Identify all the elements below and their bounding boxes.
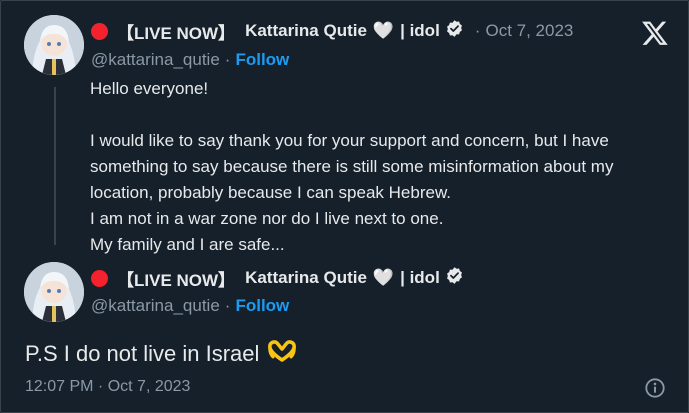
red-circle-icon [91, 269, 108, 287]
avatar[interactable] [24, 262, 84, 322]
reply-handle-row: @kattarina_qutie · Follow [91, 295, 289, 317]
author-handle[interactable]: @kattarina_qutie [91, 296, 220, 316]
date-separator: · [474, 21, 481, 40]
handle-separator: · [224, 296, 231, 315]
white-heart-icon: 🤍 [372, 21, 395, 40]
reply-text: P.S I do not live in Israel [25, 341, 260, 366]
tweet-embed-card: 【LIVE NOW】 Kattarina Qutie 🤍 | idol · Oc… [0, 0, 689, 413]
white-heart-icon: 🤍 [372, 268, 395, 287]
thread-connector-line [54, 87, 56, 245]
tweet-body-text: Hello everyone! I would like to say than… [90, 79, 614, 254]
author-live-prefix[interactable]: 【LIVE NOW】 [117, 19, 235, 44]
reply-author-row: 【LIVE NOW】 Kattarina Qutie 🤍 | idol [91, 265, 470, 291]
handle-separator: · [224, 50, 231, 69]
author-live-prefix[interactable]: 【LIVE NOW】 [117, 266, 235, 291]
info-icon[interactable] [644, 377, 666, 399]
author-display-name[interactable]: Kattarina Qutie [245, 268, 367, 288]
author-handle[interactable]: @kattarina_qutie [91, 50, 220, 70]
reply-timestamp[interactable]: 12:07 PM · Oct 7, 2023 [25, 378, 190, 396]
follow-button[interactable]: Follow [235, 296, 289, 316]
tweet-handle-row: @kattarina_qutie · Follow [91, 49, 289, 71]
reply-body-text: P.S I do not live in Israel [25, 340, 297, 368]
verified-badge-icon [445, 266, 464, 290]
follow-button[interactable]: Follow [235, 50, 289, 70]
author-name-suffix[interactable]: | idol [400, 268, 440, 288]
avatar[interactable] [24, 15, 84, 75]
x-logo-icon[interactable] [641, 19, 669, 47]
tweet-date[interactable]: Oct 7, 2023 [485, 21, 573, 41]
author-display-name[interactable]: Kattarina Qutie [245, 21, 367, 41]
author-name-suffix[interactable]: | idol [400, 21, 440, 41]
tweet-author-row: 【LIVE NOW】 Kattarina Qutie 🤍 | idol · Oc… [91, 18, 573, 44]
verified-badge-icon [445, 19, 464, 43]
red-circle-icon [91, 22, 108, 40]
heart-hands-icon [267, 340, 297, 368]
